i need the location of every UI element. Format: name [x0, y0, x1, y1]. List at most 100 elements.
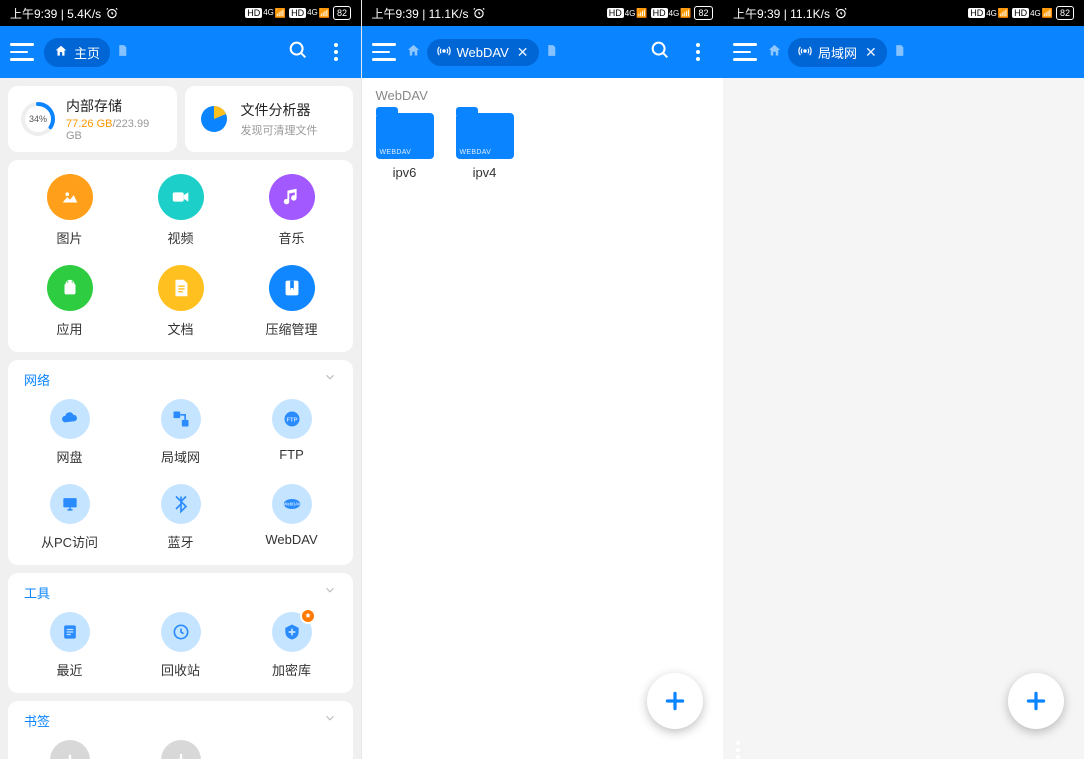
- svg-text:FTP: FTP: [286, 418, 297, 424]
- menu-button[interactable]: [733, 39, 759, 65]
- chevron-down-icon[interactable]: [323, 583, 337, 602]
- menu-button[interactable]: [10, 39, 36, 65]
- tool-vault[interactable]: 加密库: [236, 612, 347, 679]
- net-webdav[interactable]: WebDAV WebDAV: [236, 484, 347, 551]
- download-icon: [161, 740, 201, 759]
- cat-music[interactable]: 音乐: [236, 174, 347, 247]
- home-crumb-icon[interactable]: [767, 43, 782, 61]
- signal-2: HD4G📶: [1012, 8, 1053, 19]
- android-icon: [47, 265, 93, 311]
- broadcast-icon: [798, 44, 812, 61]
- webdav-tab-label: WebDAV: [457, 45, 509, 60]
- status-bar: 上午9:39 | 5.4K/s HD4G📶 HD4G📶 82: [0, 0, 361, 26]
- signal-1: HD4G📶: [607, 8, 648, 19]
- pc-icon: [50, 484, 90, 524]
- close-tab-button[interactable]: ✕: [517, 44, 529, 61]
- archive-icon: [269, 265, 315, 311]
- cloud-icon: [50, 399, 90, 439]
- category-grid: 图片 视频 音乐 应用: [8, 160, 353, 352]
- network-title: 网络: [24, 370, 50, 389]
- app-bar: WebDAV ✕: [362, 26, 723, 78]
- folder-icon: WEBDAV: [376, 113, 434, 159]
- alarm-icon: [105, 6, 119, 20]
- chevron-down-icon[interactable]: [323, 370, 337, 389]
- recycle-icon: [161, 612, 201, 652]
- folder-ipv4[interactable]: WEBDAV ipv4: [456, 113, 514, 180]
- close-tab-button[interactable]: ✕: [865, 44, 877, 61]
- analyzer-sub: 发现可清理文件: [241, 122, 318, 138]
- music-icon: [269, 174, 315, 220]
- screen-webdav: 上午9:39 | 11.1K/s HD4G📶 HD4G📶 82 WebDAV ✕: [362, 0, 723, 759]
- storage-ring: 34%: [20, 101, 56, 137]
- tool-recent[interactable]: 最近: [14, 612, 125, 679]
- more-button[interactable]: [321, 43, 351, 61]
- cat-images[interactable]: 图片: [14, 174, 125, 247]
- app-bar: 主页: [0, 26, 361, 78]
- home-crumb-icon[interactable]: [406, 43, 421, 61]
- cat-apps[interactable]: 应用: [14, 265, 125, 338]
- vault-badge: [300, 608, 316, 624]
- bookmarks-title: 书签: [24, 711, 50, 730]
- storage-card[interactable]: 34% 内部存储 77.26 GB/223.99 GB: [8, 86, 177, 152]
- bookmark-download[interactable]: [125, 740, 236, 759]
- chevron-down-icon[interactable]: [323, 711, 337, 730]
- path-label: WebDAV: [362, 78, 723, 109]
- storage-sub: 77.26 GB/223.99 GB: [66, 118, 165, 142]
- lan-tab-label: 局域网: [818, 43, 857, 62]
- signal-1: HD4G📶: [968, 8, 1009, 19]
- signal-2: HD4G📶: [289, 8, 330, 19]
- webdav-content: WebDAV WEBDAV ipv6 WEBDAV ipv4: [362, 78, 723, 759]
- net-bluetooth[interactable]: 蓝牙: [125, 484, 236, 551]
- battery-level: 82: [694, 6, 712, 20]
- cat-videos[interactable]: 视频: [125, 174, 236, 247]
- fab-add[interactable]: [647, 673, 703, 729]
- fab-add[interactable]: [1008, 673, 1064, 729]
- image-icon: [47, 174, 93, 220]
- plus-icon: [50, 740, 90, 759]
- analyzer-icon: [197, 102, 231, 136]
- signal-1: HD4G📶: [245, 8, 286, 19]
- doc-crumb-icon: [893, 44, 906, 60]
- bookmark-add[interactable]: [14, 740, 125, 759]
- home-tab-label: 主页: [74, 43, 100, 62]
- folder-icon: WEBDAV: [456, 113, 514, 159]
- alarm-icon: [472, 6, 486, 20]
- webdav-tab[interactable]: WebDAV ✕: [427, 39, 539, 66]
- folder-ipv6[interactable]: WEBDAV ipv6: [376, 113, 434, 180]
- cat-docs[interactable]: 文档: [125, 265, 236, 338]
- status-time-rate: 上午9:39 | 11.1K/s: [733, 5, 830, 22]
- net-cloud[interactable]: 网盘: [14, 399, 125, 466]
- more-button[interactable]: [683, 43, 713, 61]
- net-lan[interactable]: 局域网: [125, 399, 236, 466]
- doc-crumb-icon: [545, 44, 558, 60]
- more-button[interactable]: [723, 741, 753, 759]
- storage-title: 内部存储: [66, 96, 165, 116]
- net-ftp[interactable]: FTP FTP: [236, 399, 347, 466]
- webdav-icon: WebDAV: [272, 484, 312, 524]
- status-time-rate: 上午9:39 | 5.4K/s: [10, 5, 101, 22]
- svg-text:WebDAV: WebDAV: [283, 502, 300, 507]
- search-button[interactable]: [283, 39, 313, 66]
- broadcast-icon: [437, 44, 451, 61]
- alarm-icon: [834, 6, 848, 20]
- analyzer-card[interactable]: 文件分析器 发现可清理文件: [185, 86, 354, 152]
- app-bar: 局域网 ✕: [723, 26, 1084, 78]
- net-pc[interactable]: 从PC访问: [14, 484, 125, 551]
- battery-level: 82: [333, 6, 351, 20]
- search-button[interactable]: [645, 39, 675, 66]
- menu-button[interactable]: [372, 39, 398, 65]
- bluetooth-icon: [161, 484, 201, 524]
- analyzer-title: 文件分析器: [241, 100, 318, 120]
- home-tab[interactable]: 主页: [44, 38, 110, 67]
- video-icon: [158, 174, 204, 220]
- status-time-rate: 上午9:39 | 11.1K/s: [372, 5, 469, 22]
- lan-tab[interactable]: 局域网 ✕: [788, 38, 887, 67]
- screen-lan: 上午9:39 | 11.1K/s HD4G📶 HD4G📶 82 局域网 ✕: [723, 0, 1084, 759]
- storage-percent: 34%: [20, 101, 56, 137]
- tools-section: 工具 最近 回收站: [8, 573, 353, 693]
- tool-recycle[interactable]: 回收站: [125, 612, 236, 679]
- cat-archives[interactable]: 压缩管理: [236, 265, 347, 338]
- network-section: 网络 网盘 局域网: [8, 360, 353, 565]
- recent-icon: [50, 612, 90, 652]
- doc-crumb-icon: [116, 44, 129, 60]
